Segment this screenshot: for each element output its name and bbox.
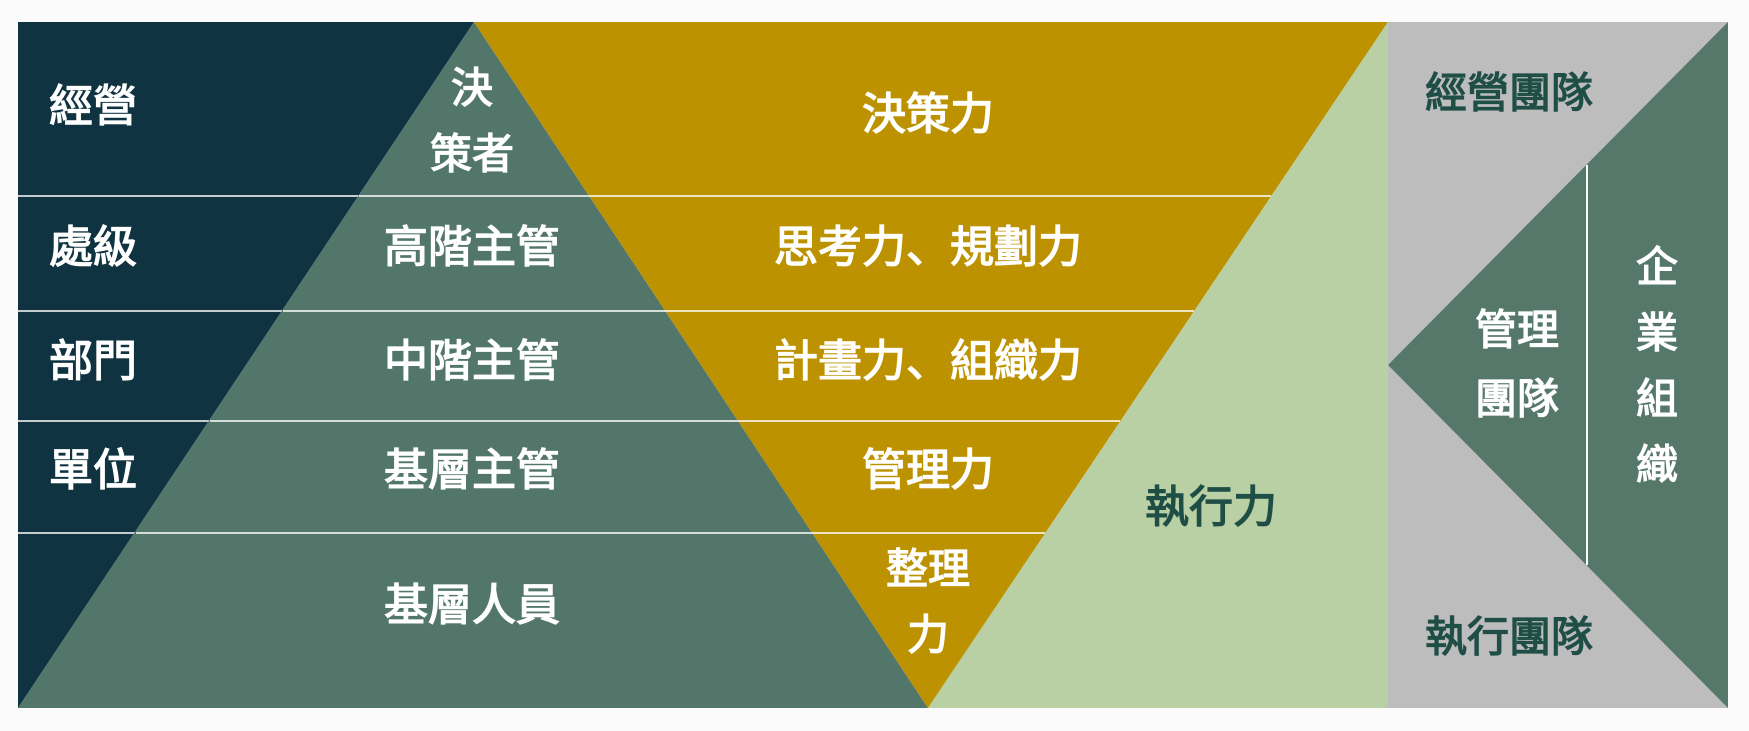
organization-label-char4: 織 bbox=[1636, 441, 1678, 490]
execution-label: 執行力 bbox=[1145, 482, 1277, 533]
diagram-canvas: 經營 處級 部門 單位 決 策者 高階主管 中階主管 基層主管 基層人員 決策力… bbox=[18, 22, 1728, 708]
level-label-unit: 單位 bbox=[49, 445, 137, 496]
execution-team-label: 執行團隊 bbox=[1425, 613, 1593, 662]
pyramid-level-frontline-managers: 基層主管 bbox=[384, 445, 560, 496]
pyramid-level-middle-managers: 中階主管 bbox=[384, 336, 560, 387]
team-panel: 經營團隊 管理 團隊 執行團隊 企 業 組 織 bbox=[1388, 22, 1728, 708]
middle-team-label-line2: 團隊 bbox=[1475, 375, 1559, 424]
ability-thinking-planning: 思考力、規劃力 bbox=[774, 222, 1082, 273]
pyramid-diagram: 經營 處級 部門 單位 決 策者 高階主管 中階主管 基層主管 基層人員 決策力… bbox=[0, 0, 1749, 731]
pyramid-level-staff: 基層人員 bbox=[384, 580, 560, 631]
organization-label-char1: 企 bbox=[1636, 243, 1679, 292]
pyramid-level-top-line1: 決 bbox=[451, 64, 493, 113]
ability-planning-organizing: 計畫力、組織力 bbox=[774, 336, 1082, 387]
organization-label-char3: 組 bbox=[1636, 375, 1678, 424]
level-label-division: 處級 bbox=[49, 222, 137, 273]
middle-team-label-line1: 管理 bbox=[1475, 306, 1559, 355]
ability-management: 管理力 bbox=[862, 445, 994, 496]
organization-label-char2: 業 bbox=[1636, 309, 1678, 358]
management-team-label: 經營團隊 bbox=[1425, 69, 1593, 118]
ability-arrangement-line1: 整理 bbox=[886, 545, 970, 594]
level-label-management: 經營 bbox=[49, 81, 137, 132]
ability-decision: 決策力 bbox=[862, 89, 994, 140]
ability-arrangement-line2: 力 bbox=[907, 611, 949, 660]
pyramid-level-senior-managers: 高階主管 bbox=[384, 222, 560, 273]
pyramid-level-top-line2: 策者 bbox=[430, 130, 514, 179]
level-label-department: 部門 bbox=[49, 336, 137, 387]
